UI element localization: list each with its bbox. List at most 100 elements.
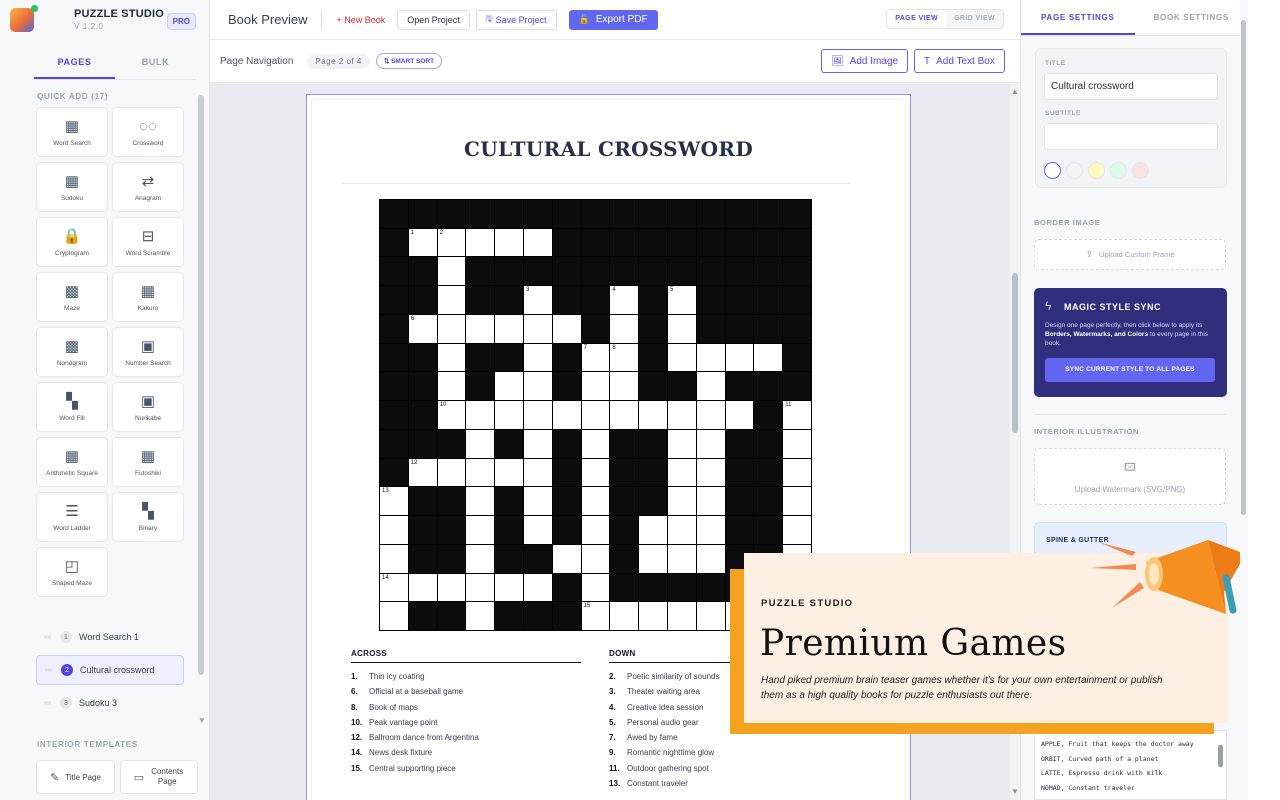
color-swatch[interactable] xyxy=(1044,162,1061,179)
grid-cell-white[interactable] xyxy=(408,573,437,602)
grid-cell-white[interactable] xyxy=(523,372,552,401)
grid-view-toggle[interactable]: GRID VIEW xyxy=(946,10,1003,28)
grid-cell-white[interactable] xyxy=(466,429,495,458)
export-pdf-button[interactable]: 🔓 Export PDF xyxy=(568,9,658,30)
grid-cell-white[interactable] xyxy=(523,487,552,516)
add-text-box-button[interactable]: T Add Text Box xyxy=(914,49,1005,73)
grid-cell-white[interactable] xyxy=(667,343,696,372)
grid-cell-white[interactable] xyxy=(523,343,552,372)
grid-cell-white[interactable] xyxy=(696,401,725,429)
add-image-button[interactable]: 🖼 Add Image xyxy=(821,49,909,73)
grid-cell-white[interactable] xyxy=(466,228,495,257)
scroll-up-icon[interactable]: ▲ xyxy=(1011,87,1019,96)
tab-book-settings[interactable]: BOOK SETTINGS xyxy=(1135,0,1249,35)
grid-cell-white[interactable] xyxy=(466,401,495,429)
grid-cell-white[interactable] xyxy=(523,516,552,544)
quick-add-cryptogram[interactable]: 🔒 Cryptogram xyxy=(36,217,108,267)
grid-cell-white[interactable] xyxy=(639,401,667,429)
grid-cell-white[interactable] xyxy=(667,401,696,429)
grid-cell-white[interactable] xyxy=(783,487,811,516)
upload-frame-button[interactable]: ⇪ Upload Custom Frame xyxy=(1034,239,1226,270)
quick-add-word-scramble[interactable]: ⊟ Word Scramble xyxy=(112,217,184,267)
grid-cell-white[interactable] xyxy=(380,602,408,630)
grid-cell-white[interactable] xyxy=(581,487,610,516)
grid-cell-white[interactable] xyxy=(523,314,552,343)
grid-cell-white[interactable] xyxy=(495,401,523,429)
grid-cell-white[interactable] xyxy=(466,573,495,602)
quick-add-nonogram[interactable]: ▩ Nonogram xyxy=(36,327,108,377)
grid-cell-white[interactable] xyxy=(581,429,610,458)
grid-cell-white[interactable] xyxy=(725,343,754,372)
grid-cell-white[interactable] xyxy=(581,573,610,602)
grid-cell-white[interactable] xyxy=(437,257,466,286)
quick-add-word-fill[interactable]: ▚ Word Fill xyxy=(36,382,108,432)
grid-cell-white[interactable] xyxy=(667,544,696,573)
right-scrollbar[interactable] xyxy=(1240,0,1248,800)
grid-cell-white[interactable] xyxy=(437,573,466,602)
grid-cell-white[interactable] xyxy=(437,286,466,314)
grid-cell-white[interactable]: 10 xyxy=(437,401,466,429)
grid-cell-white[interactable]: 15 xyxy=(581,602,610,630)
grid-cell-white[interactable] xyxy=(552,401,581,429)
subtitle-input[interactable] xyxy=(1044,123,1218,150)
title-input[interactable]: Cultural crossword xyxy=(1044,73,1218,100)
quick-add-number-search[interactable]: ▣ Number Search xyxy=(112,327,184,377)
grid-cell-white[interactable] xyxy=(523,573,552,602)
color-swatch[interactable] xyxy=(1066,162,1083,179)
grid-cell-white[interactable] xyxy=(639,516,667,544)
grid-cell-white[interactable] xyxy=(639,602,667,630)
quick-add-word-ladder[interactable]: ☰ Word Ladder xyxy=(36,492,108,542)
grid-cell-white[interactable]: 6 xyxy=(408,314,437,343)
grid-cell-white[interactable]: 7 xyxy=(581,343,610,372)
color-swatch[interactable] xyxy=(1110,162,1127,179)
grid-cell-white[interactable] xyxy=(696,487,725,516)
grid-cell-white[interactable] xyxy=(696,372,725,401)
grid-cell-white[interactable] xyxy=(466,458,495,487)
tab-bulk[interactable]: BULK xyxy=(115,44,196,79)
grid-cell-white[interactable]: 5 xyxy=(667,286,696,314)
grid-cell-white[interactable] xyxy=(495,573,523,602)
quick-add-word-search[interactable]: ▦ Word Search xyxy=(36,107,108,157)
new-book-button[interactable]: + New Book xyxy=(336,15,385,25)
grid-cell-white[interactable]: 2 xyxy=(437,228,466,257)
grid-cell-white[interactable] xyxy=(610,401,639,429)
page-list-item[interactable]: ═ 1 Word Search 1 xyxy=(36,622,184,652)
grid-cell-white[interactable] xyxy=(437,343,466,372)
grid-cell-white[interactable]: 8 xyxy=(610,343,639,372)
grid-cell-white[interactable] xyxy=(552,544,581,573)
tab-page-settings[interactable]: PAGE SETTINGS xyxy=(1021,0,1135,35)
grid-cell-white[interactable] xyxy=(466,544,495,573)
quick-add-arithmetic-square[interactable]: ▦ Arithmetic Square xyxy=(36,437,108,487)
grid-cell-white[interactable] xyxy=(523,401,552,429)
grid-cell-white[interactable] xyxy=(437,458,466,487)
page-list-item[interactable]: ═ 2 Cultural crossword xyxy=(36,655,184,685)
grid-cell-white[interactable] xyxy=(667,487,696,516)
smart-sort-button[interactable]: ⇅ SMART SORT xyxy=(375,53,443,69)
grid-cell-white[interactable]: 3 xyxy=(523,286,552,314)
grid-cell-white[interactable] xyxy=(523,458,552,487)
grid-cell-white[interactable] xyxy=(696,516,725,544)
grid-cell-white[interactable] xyxy=(725,401,754,429)
grid-cell-white[interactable] xyxy=(696,343,725,372)
word-list[interactable]: APPLE, Fruit that keeps the doctor away O… xyxy=(1034,730,1227,800)
grid-cell-white[interactable] xyxy=(523,429,552,458)
grid-cell-white[interactable]: 12 xyxy=(408,458,437,487)
quick-add-kakuro[interactable]: ▦ Kakuro xyxy=(112,272,184,322)
quick-add-nurikabe[interactable]: ▣ Nurikabe xyxy=(112,382,184,432)
open-project-button[interactable]: Open Project xyxy=(397,9,470,30)
sync-style-button[interactable]: SYNC CURRENT STYLE TO ALL PAGES xyxy=(1045,358,1215,382)
grid-cell-white[interactable] xyxy=(667,458,696,487)
grid-cell-white[interactable] xyxy=(380,544,408,573)
grid-cell-white[interactable] xyxy=(639,544,667,573)
grid-cell-white[interactable] xyxy=(437,314,466,343)
quick-add-binary[interactable]: ▚ Binary xyxy=(112,492,184,542)
grid-cell-white[interactable] xyxy=(581,516,610,544)
quick-add-anagram[interactable]: ⇄ Anagram xyxy=(112,162,184,212)
grid-cell-white[interactable] xyxy=(696,458,725,487)
drag-handle-icon[interactable]: ═ xyxy=(44,698,60,709)
grid-cell-white[interactable] xyxy=(667,602,696,630)
contents-page-button[interactable]: ▭ Contents Page xyxy=(120,760,198,794)
scroll-down-icon[interactable]: ▼ xyxy=(1011,787,1019,796)
save-project-button[interactable]: 🖫 Save Project xyxy=(475,9,557,30)
upload-watermark-button[interactable]: 🖾 Upload Watermark (SVG/PNG) xyxy=(1034,448,1226,505)
